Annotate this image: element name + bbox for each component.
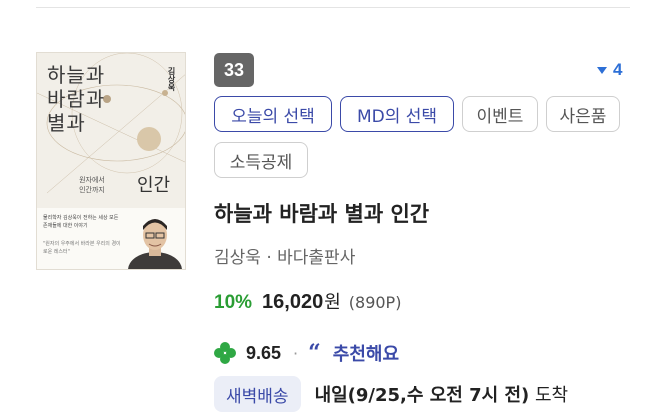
delivery-eta: 내일(9/25,수 오전 7시 전) 도착 — [315, 381, 569, 407]
author-publisher[interactable]: 김상욱 · 바다출판사 — [214, 243, 355, 268]
tag-tax-deduction[interactable]: 소득공제 — [214, 142, 308, 178]
cover-quote: "원자의 우주에서 바라본 우리의 경이로운 레스터" — [43, 241, 121, 255]
cover-subtitle: 원자에서 인간까지 — [79, 176, 105, 194]
rank-change-value: 4 — [613, 60, 623, 79]
delivery-row: 새벽배송 내일(9/25,수 오전 7시 전) 도착 — [214, 376, 568, 412]
rank-change: 4 — [597, 60, 622, 80]
price-row: 10% 16,020 원 (890P) — [214, 288, 401, 314]
tag-md-pick[interactable]: MD의 선택 — [340, 96, 454, 132]
dawn-delivery-badge: 새벽배송 — [214, 376, 301, 412]
top-divider — [36, 7, 630, 8]
book-title[interactable]: 하늘과 바람과 별과 인간 — [214, 198, 429, 228]
reward-points: (890P) — [348, 293, 402, 312]
discount-rate: 10% — [214, 292, 253, 313]
book-cover-image[interactable]: 하늘과 바람과 별과 김상욱 원자에서 인간까지 인간 물리학자 김상욱이 전하… — [36, 52, 186, 270]
tag-event[interactable]: 이벤트 — [462, 96, 538, 132]
delivery-date: 내일(9/25,수 오전 7시 전) — [314, 385, 530, 406]
cover-author: 김상욱 — [167, 67, 177, 91]
rating-row: 9.65 · “ 추천해요 — [214, 340, 399, 366]
rank-down-arrow-icon — [597, 66, 607, 74]
sale-price: 16,020 — [262, 291, 324, 313]
cover-title: 하늘과 바람과 별과 — [47, 63, 106, 135]
quote-icon: “ — [308, 340, 321, 366]
delivery-suffix: 도착 — [529, 385, 569, 406]
author-photo — [128, 219, 182, 269]
cover-big-word: 인간 — [137, 175, 171, 196]
clover-icon — [214, 342, 236, 364]
cover-description: 물리학자 김상욱이 전하는 세상 모든 존재들에 대한 이야기 — [43, 215, 119, 229]
rating-score: 9.65 — [246, 342, 282, 363]
currency-unit: 원 — [324, 292, 341, 313]
cover-bottom-panel: 물리학자 김상욱이 전하는 세상 모든 존재들에 대한 이야기 "원자의 우주에… — [37, 208, 185, 269]
tag-todays-pick[interactable]: 오늘의 선택 — [214, 96, 332, 132]
review-recommend-label[interactable]: 추천해요 — [333, 340, 399, 366]
rating-separator: · — [293, 343, 299, 363]
tag-gift[interactable]: 사은품 — [546, 96, 620, 132]
rank-badge: 33 — [214, 53, 254, 87]
